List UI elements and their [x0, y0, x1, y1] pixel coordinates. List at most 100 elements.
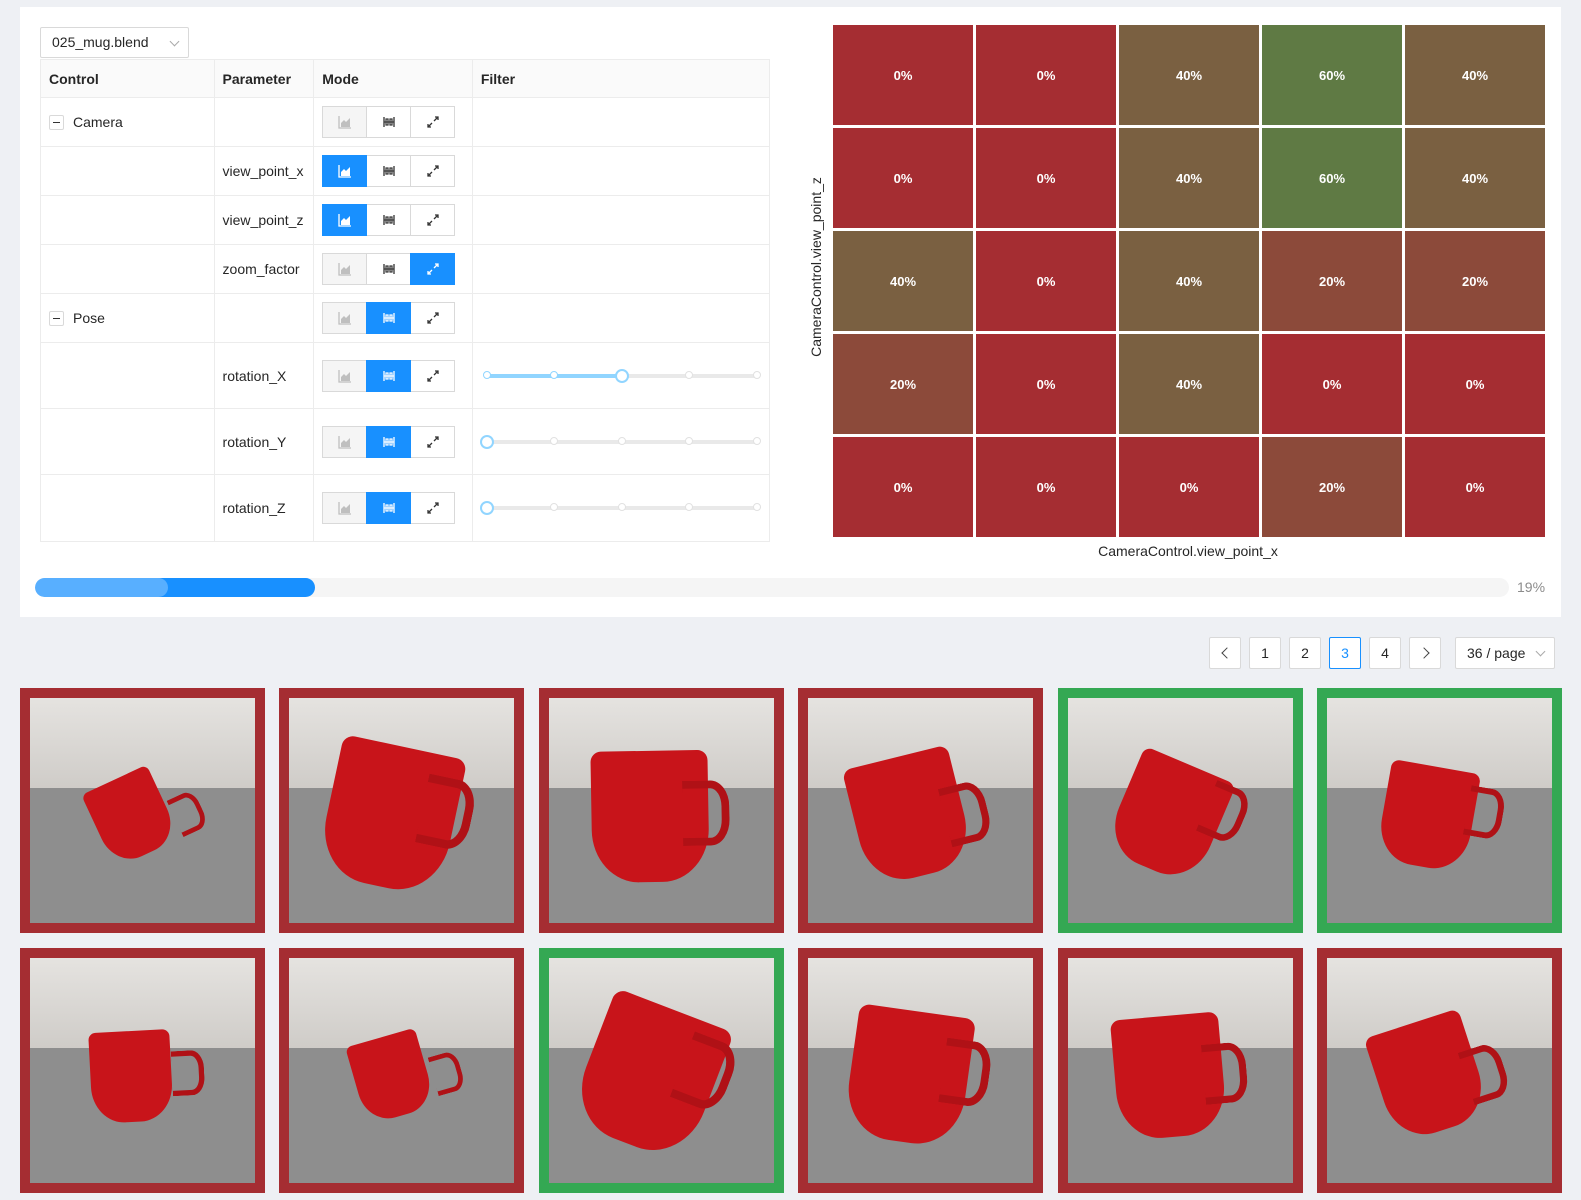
compare-mode-button[interactable] [410, 302, 456, 334]
compare-mode-button[interactable] [410, 359, 456, 392]
collapse-icon[interactable] [49, 114, 64, 130]
heatmap-cell[interactable]: 20% [833, 334, 973, 434]
slider-step-dot[interactable] [550, 503, 559, 511]
parameter-cell: rotation_X [215, 343, 315, 408]
mode-toggle-group [322, 106, 456, 138]
heatmap-cell[interactable]: 40% [1405, 128, 1545, 228]
mode-cell [314, 409, 473, 474]
file-select[interactable]: 025_mug.blend [40, 27, 189, 58]
histogram-mode-button[interactable] [322, 106, 368, 138]
compare-mode-button[interactable] [410, 425, 456, 458]
slider-step-dot[interactable] [685, 436, 694, 445]
filter-mode-button[interactable] [366, 302, 412, 334]
histogram-mode-button[interactable] [322, 302, 368, 334]
gallery-thumbnail[interactable] [1057, 948, 1303, 1193]
mode-cell [314, 98, 473, 146]
page-size-select[interactable]: 36 / page [1455, 637, 1555, 669]
gallery-thumbnail[interactable] [798, 688, 1044, 933]
filter-slider[interactable] [479, 434, 761, 449]
slider-step-dot[interactable] [617, 503, 626, 511]
slider-step-dot[interactable] [550, 370, 559, 379]
histogram-mode-button[interactable] [322, 492, 368, 524]
prev-page-button[interactable] [1209, 637, 1241, 669]
filter-mode-button[interactable] [366, 492, 412, 524]
compare-mode-button[interactable] [410, 492, 456, 524]
heatmap-cell[interactable]: 20% [1262, 231, 1402, 331]
filter-mode-button[interactable] [366, 204, 412, 236]
heatmap-cell[interactable]: 40% [1119, 25, 1259, 125]
slider-step-dot[interactable] [753, 370, 761, 379]
slider-step-dot[interactable] [482, 370, 491, 379]
gallery-thumbnail[interactable] [1317, 948, 1562, 1193]
filter-mode-button[interactable] [366, 106, 412, 138]
histogram-mode-button[interactable] [322, 204, 368, 236]
filter-mode-button[interactable] [366, 425, 412, 458]
heatmap-cell[interactable]: 0% [1405, 334, 1545, 434]
gallery-thumbnail[interactable] [279, 948, 525, 1193]
heatmap-cell[interactable]: 40% [1119, 334, 1259, 434]
collapse-icon[interactable] [49, 310, 64, 326]
page-2-button[interactable]: 2 [1289, 637, 1321, 669]
heatmap-cell[interactable]: 20% [1405, 231, 1545, 331]
gallery-thumbnail[interactable] [20, 688, 265, 933]
table-row: view_point_x [41, 147, 769, 196]
gallery-thumbnail[interactable] [279, 688, 525, 933]
histogram-mode-button[interactable] [322, 359, 368, 392]
slider-step-dot[interactable] [550, 436, 559, 445]
filter-slider[interactable] [479, 501, 761, 515]
heatmap-cell[interactable]: 0% [976, 437, 1116, 537]
page-3-button[interactable]: 3 [1329, 637, 1361, 669]
heatmap-cell[interactable]: 0% [833, 128, 973, 228]
slider-step-dot[interactable] [753, 503, 761, 511]
heatmap-cell[interactable]: 0% [1405, 437, 1545, 537]
compare-mode-button[interactable] [410, 106, 456, 138]
slider-step-dot[interactable] [685, 503, 694, 511]
slider-step-dot[interactable] [617, 436, 626, 445]
gallery-thumbnail[interactable] [1057, 688, 1303, 933]
heatmap-cell[interactable]: 0% [976, 334, 1116, 434]
slider-step-dot[interactable] [753, 436, 761, 445]
heatmap-cell[interactable]: 0% [833, 437, 973, 537]
slider-handle[interactable] [479, 434, 494, 449]
next-page-button[interactable] [1409, 637, 1441, 669]
page-1-button[interactable]: 1 [1249, 637, 1281, 669]
filter-mode-button[interactable] [366, 253, 412, 285]
filter-slider[interactable] [482, 368, 761, 383]
filter-cell [473, 196, 769, 244]
heatmap-cell[interactable]: 0% [833, 25, 973, 125]
filter-cell [473, 475, 769, 541]
slider-handle[interactable] [479, 501, 494, 515]
histogram-mode-button[interactable] [322, 155, 368, 187]
gallery-thumbnail[interactable] [538, 688, 784, 933]
heatmap-cell[interactable]: 0% [1119, 437, 1259, 537]
gallery-thumbnail[interactable] [1317, 688, 1562, 933]
compare-mode-button[interactable] [410, 204, 456, 236]
compare-icon [427, 214, 439, 226]
heatmap-x-axis-label: CameraControl.view_point_x [1098, 543, 1278, 559]
histogram-mode-button[interactable] [322, 253, 368, 285]
heatmap-cell[interactable]: 0% [976, 128, 1116, 228]
gallery-thumbnail[interactable] [538, 948, 784, 1193]
heatmap-cell[interactable]: 0% [976, 231, 1116, 331]
filter-mode-button[interactable] [366, 359, 412, 392]
heatmap-cell[interactable]: 40% [1119, 128, 1259, 228]
filter-mode-button[interactable] [366, 155, 412, 187]
heatmap-cell[interactable]: 60% [1262, 128, 1402, 228]
heatmap-cell[interactable]: 40% [1119, 231, 1259, 331]
compare-mode-button[interactable] [410, 253, 456, 285]
gallery-thumbnail[interactable] [20, 948, 265, 1193]
heatmap-cell[interactable]: 60% [1262, 25, 1402, 125]
heatmap-cell[interactable]: 40% [1405, 25, 1545, 125]
histogram-mode-button[interactable] [322, 425, 368, 458]
heatmap-cell[interactable]: 0% [1262, 334, 1402, 434]
heatmap-cell[interactable]: 0% [976, 25, 1116, 125]
filter-icon [383, 215, 395, 225]
table-row: rotation_X [41, 343, 769, 409]
slider-step-dot[interactable] [685, 370, 694, 379]
heatmap-cell[interactable]: 20% [1262, 437, 1402, 537]
gallery-thumbnail[interactable] [798, 948, 1044, 1193]
compare-mode-button[interactable] [410, 155, 456, 187]
heatmap-cell[interactable]: 40% [833, 231, 973, 331]
page-4-button[interactable]: 4 [1369, 637, 1401, 669]
slider-handle[interactable] [614, 368, 629, 383]
